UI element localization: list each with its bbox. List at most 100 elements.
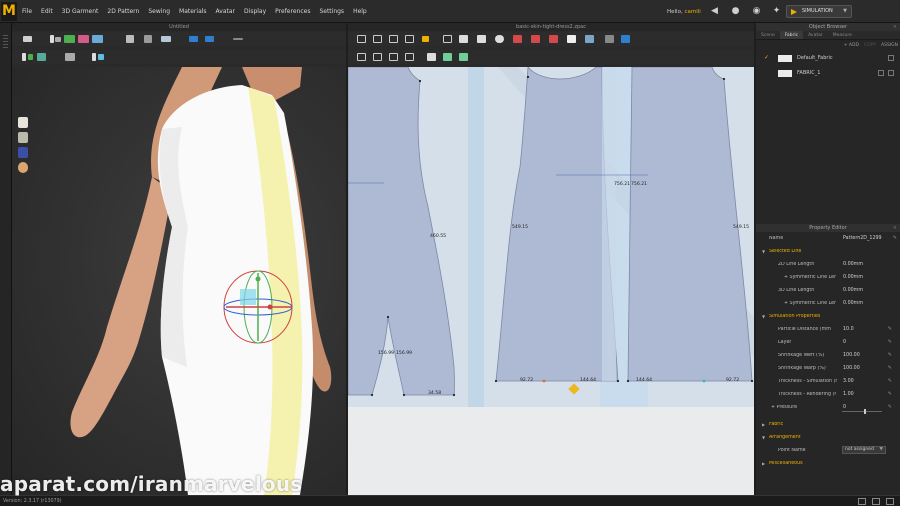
menu-sewing[interactable]: Sewing	[148, 8, 170, 15]
tab-avatar[interactable]: Avatar	[803, 31, 828, 39]
edit-pen-icon[interactable]: ✎	[888, 391, 892, 397]
section-fabric[interactable]: ▶ Fabric	[756, 418, 900, 431]
notch-icon[interactable]	[458, 52, 470, 62]
texture-tool-icon[interactable]	[232, 34, 244, 44]
close-icon[interactable]: ×	[893, 224, 897, 232]
layout-icon-2[interactable]	[872, 498, 880, 505]
prop-value[interactable]: 0	[843, 340, 846, 345]
edit-pen-icon[interactable]: ✎	[888, 339, 892, 345]
simulate-tool-icon[interactable]	[22, 34, 34, 44]
layout-icon-1[interactable]	[858, 498, 866, 505]
edit-curve-icon[interactable]	[388, 34, 400, 44]
fabric-item[interactable]: ✓ Default_Fabric	[756, 51, 900, 66]
menu-2d-pattern[interactable]: 2D Pattern	[107, 8, 139, 15]
edit-pen-icon[interactable]: ✎	[888, 404, 892, 410]
speaker-icon[interactable]: ◀	[709, 6, 720, 17]
expand-triangle-icon[interactable]: ▶	[762, 461, 765, 466]
avatar-tool-icon[interactable]	[22, 52, 34, 62]
edit-pen-icon[interactable]: ✎	[888, 378, 892, 384]
control-point[interactable]	[386, 315, 390, 319]
simulation-button[interactable]: SIMULATION ▼	[786, 5, 852, 18]
username[interactable]: camili	[684, 9, 700, 15]
rectangle-icon-2[interactable]	[476, 34, 488, 44]
edit-pen-icon[interactable]: ✎	[893, 235, 897, 241]
edit-sewing-icon[interactable]	[388, 52, 400, 62]
control-point[interactable]	[626, 379, 630, 383]
control-point[interactable]	[418, 79, 422, 83]
tuck-tool-icon[interactable]	[64, 52, 76, 62]
section-simulation-properties[interactable]: ▼ Simulation Properties	[756, 310, 900, 323]
selected-point-2[interactable]	[702, 379, 706, 383]
control-point[interactable]	[526, 75, 530, 79]
control-point[interactable]	[370, 393, 374, 397]
garment-green-icon[interactable]	[64, 34, 76, 44]
prop-value[interactable]: 0.00mm	[843, 262, 863, 267]
collapse-triangle-icon[interactable]: ▼	[762, 435, 765, 440]
collapse-triangle-icon[interactable]: ▼	[762, 249, 765, 254]
tab-scene[interactable]: Scene	[756, 31, 780, 39]
internal-rect-icon[interactable]	[512, 34, 524, 44]
edit-pen-icon[interactable]: ✎	[888, 326, 892, 332]
gizmo-plane-handle[interactable]	[240, 289, 256, 305]
select-tool-icon[interactable]	[50, 34, 62, 44]
fold-arrange-icon[interactable]	[620, 34, 632, 44]
prop-value[interactable]: 3.00	[843, 379, 854, 384]
control-point[interactable]	[616, 379, 620, 383]
prop-value[interactable]: 0	[843, 405, 846, 410]
selected-point[interactable]	[542, 379, 546, 383]
check-sewing-icon[interactable]	[404, 52, 416, 62]
edit-pen-icon[interactable]: ✎	[888, 365, 892, 371]
prop-value[interactable]: 10.0	[843, 327, 854, 332]
rectangle-icon[interactable]	[458, 34, 470, 44]
circle-icon[interactable]	[494, 34, 506, 44]
prop-value[interactable]: 0.00mm	[843, 288, 863, 293]
2d-pattern-viewport[interactable]: 460.55 549.15 756.21 756.21 549.15 156.9…	[348, 67, 754, 495]
control-point[interactable]	[722, 77, 726, 81]
free-sewing-icon[interactable]	[372, 52, 384, 62]
texture-grain-icon[interactable]	[442, 52, 454, 62]
prop-value[interactable]: 100.00	[843, 366, 860, 371]
menu-preferences[interactable]: Preferences	[275, 8, 310, 15]
close-icon[interactable]: ×	[893, 23, 897, 31]
chevron-down-icon[interactable]: ▼	[843, 6, 847, 17]
polygon-icon[interactable]	[442, 34, 454, 44]
menu-file[interactable]: File	[22, 8, 32, 15]
fabric-save-icon[interactable]	[888, 70, 894, 76]
point-name-dropdown[interactable]: not assigned ▼	[842, 446, 886, 454]
gizmo-center-green[interactable]	[255, 276, 261, 282]
fold-tool-icon[interactable]	[142, 34, 154, 44]
edit-point-icon[interactable]	[372, 34, 384, 44]
avatar-run-icon[interactable]: ✦	[771, 6, 782, 17]
pressure-slider[interactable]	[842, 409, 882, 414]
menu-avatar[interactable]: Avatar	[216, 8, 235, 15]
drag-handle[interactable]	[3, 35, 8, 49]
control-point[interactable]	[452, 393, 456, 397]
gore-icon[interactable]	[566, 34, 578, 44]
menu-settings[interactable]: Settings	[319, 8, 344, 15]
add-point-icon[interactable]	[404, 34, 416, 44]
tab-fabric[interactable]: Fabric	[779, 31, 804, 39]
assign-fabric-button[interactable]: ASSIGN	[881, 43, 898, 48]
edit-pen-icon[interactable]: ✎	[888, 352, 892, 358]
fabric-save-icon[interactable]	[888, 55, 894, 61]
menu-display[interactable]: Display	[244, 8, 266, 15]
curve-point-icon[interactable]	[420, 34, 432, 44]
layout-icon-3[interactable]	[886, 498, 894, 505]
prop-value[interactable]: 0.00mm	[843, 275, 863, 280]
control-point[interactable]	[750, 379, 754, 383]
prop-value[interactable]: 0.00mm	[843, 301, 863, 306]
menu-materials[interactable]: Materials	[179, 8, 207, 15]
texture-edit-icon[interactable]	[426, 52, 438, 62]
menu-3d-garment[interactable]: 3D Garment	[62, 8, 99, 15]
pleat-icon[interactable]	[604, 34, 616, 44]
pressure-tool-icon[interactable]	[92, 52, 104, 62]
control-point[interactable]	[494, 379, 498, 383]
prop-value[interactable]: 1.00	[843, 392, 854, 397]
transform-pattern-icon[interactable]	[356, 34, 368, 44]
garment-pink-icon[interactable]	[78, 34, 90, 44]
pattern-name-field[interactable]: Pattern2D_1299	[843, 236, 882, 241]
slider-thumb[interactable]	[864, 409, 866, 414]
menu-edit[interactable]: Edit	[41, 8, 53, 15]
trace-icon[interactable]	[584, 34, 596, 44]
collapse-triangle-icon[interactable]: ▼	[762, 314, 765, 319]
